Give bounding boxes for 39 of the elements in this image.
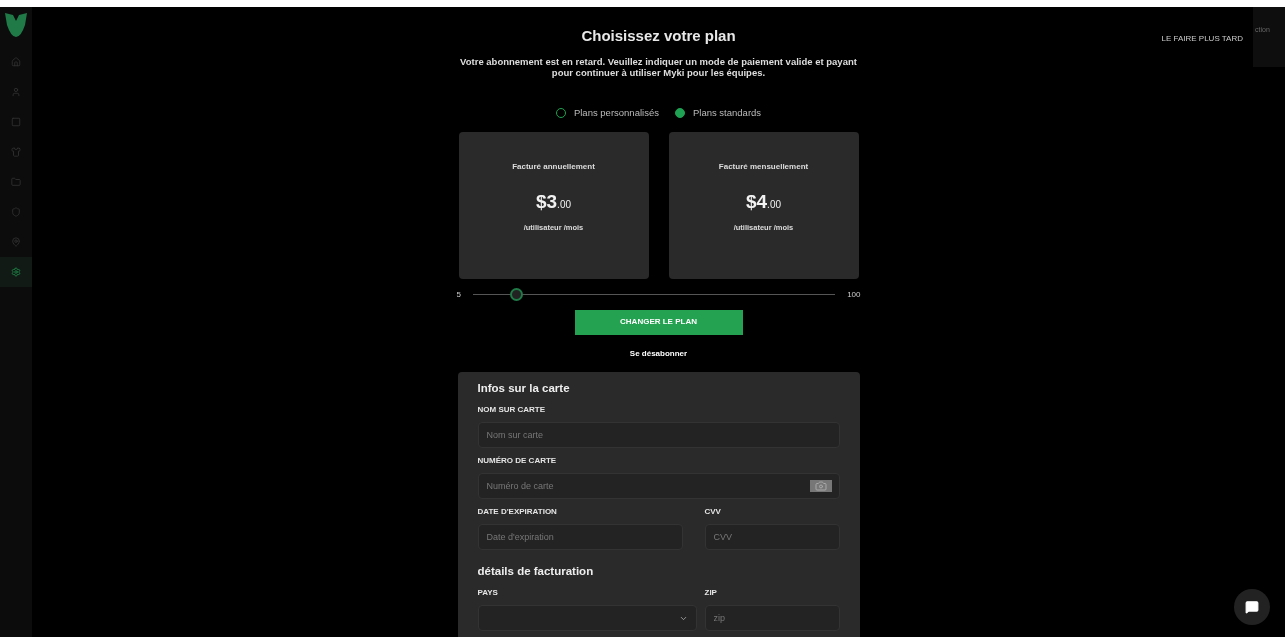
radio-option[interactable]: Plans standards [674, 105, 762, 120]
input-field[interactable]: Numéro de carte [477, 473, 840, 499]
slider-thumb[interactable] [510, 288, 524, 302]
price-text: $4.00 [745, 189, 781, 214]
chat-button[interactable] [1234, 589, 1270, 625]
field-label: DATE D'EXPIRATION [477, 506, 558, 518]
billing-label: Facturé mensuellement [718, 160, 809, 173]
unsubscribe-link[interactable]: Se désabonner [629, 347, 688, 360]
later-link[interactable]: LE FAIRE PLUS TARD [1161, 33, 1243, 45]
slider-min: 5 [456, 288, 461, 301]
section-title: Infos sur la carte [477, 380, 571, 396]
section-title: détails de facturation [477, 564, 595, 579]
pin-icon [11, 237, 21, 247]
slider-max: 100 [847, 288, 861, 301]
field-label: ZIP [704, 587, 718, 600]
input-field[interactable]: Nom sur carte [477, 422, 840, 448]
sidebar-item[interactable] [0, 257, 32, 287]
radio-option[interactable]: Plans personnalisés [555, 105, 659, 120]
home-icon [11, 57, 21, 67]
square-icon [11, 117, 21, 127]
input-field[interactable]: zip [704, 605, 840, 632]
field-label: CVV [704, 506, 722, 518]
input-field[interactable]: CVV [704, 524, 840, 550]
shield-icon [11, 207, 21, 217]
shirt-icon [11, 147, 21, 157]
billing-label: Facturé annuellement [512, 160, 595, 173]
country-select[interactable] [477, 605, 697, 632]
settings-icon [11, 267, 21, 277]
folder-icon [11, 177, 21, 187]
field-label: PAYS [477, 587, 499, 600]
chat-icon [1245, 600, 1259, 614]
input-field[interactable]: Date d'expiration [477, 524, 683, 550]
user-icon [11, 87, 21, 97]
price-text: $3.00 [535, 189, 571, 214]
logo-icon [3, 11, 29, 39]
subtitle-text: Votre abonnement est en retard. Veuillez indiquer un mode de paiement valide et payant pour continuer à utiliser Myki pour les équipes. [459, 55, 858, 78]
page-title: Choisissez votre plan [581, 26, 736, 46]
field-label: NOM SUR CARTE [477, 404, 547, 416]
field-label: NUMÉRO DE CARTE [477, 455, 558, 467]
